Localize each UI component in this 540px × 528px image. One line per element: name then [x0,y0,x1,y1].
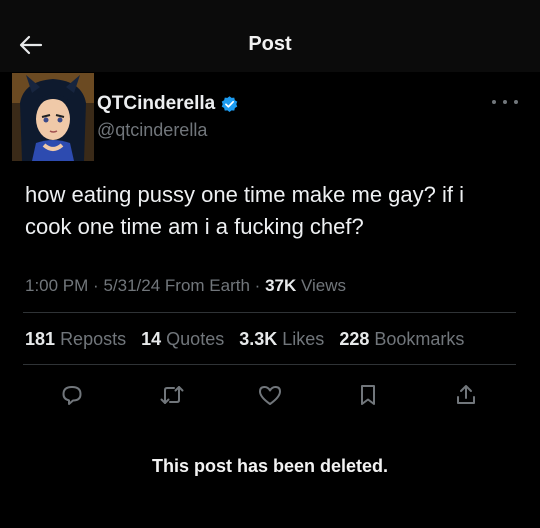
avatar[interactable] [12,73,94,161]
views-count: 37K [265,276,297,295]
bookmarks-stat[interactable]: 228 Bookmarks [339,329,464,349]
tweet-date[interactable]: 5/31/24 [103,276,160,295]
tweet-text: how eating pussy one time make me gay? i… [25,182,465,239]
heart-icon [259,386,281,405]
bookmark-button[interactable] [354,381,382,409]
repost-button[interactable] [158,381,186,409]
divider [23,364,516,365]
avatar-illustration [12,73,94,161]
deleted-notice: This post has been deleted. [151,456,389,476]
share-button[interactable] [452,381,480,409]
quotes-stat[interactable]: 14 Quotes [141,329,224,349]
reposts-label: Reposts [60,329,127,349]
more-options-button[interactable] [492,95,518,109]
more-dot-icon [503,100,507,104]
like-button[interactable] [256,381,284,409]
display-name[interactable]: QTCinderella [97,93,215,115]
engagement-stats: 181 Reposts 14 Quotes 3.3K Likes 228 Boo… [25,329,474,350]
divider [23,312,516,313]
top-bar: Post [0,0,540,72]
tweet-source: From Earth [164,276,250,295]
page-title: Post [248,33,292,55]
verified-badge-icon [221,95,238,112]
action-bar [0,381,540,409]
bookmarks-label: Bookmarks [374,329,465,349]
reply-icon [62,386,82,405]
reply-button[interactable] [58,381,86,409]
bookmarks-count: 228 [339,329,370,349]
views-label: Views [300,276,347,295]
user-handle[interactable]: @qtcinderella [97,120,207,141]
more-dot-icon [492,100,496,104]
quotes-label: Quotes [166,329,225,349]
meta-separator: · [93,276,104,295]
tweet-time[interactable]: 1:00 PM [25,276,88,295]
display-name-row[interactable]: QTCinderella [97,93,239,115]
bookmark-icon [361,385,375,405]
likes-label: Likes [282,329,325,349]
repost-icon [160,386,184,404]
reposts-stat[interactable]: 181 Reposts [25,329,126,349]
reposts-count: 181 [25,329,56,349]
likes-count: 3.3K [239,329,278,349]
meta-separator: · [254,276,266,295]
quotes-count: 14 [141,329,162,349]
likes-stat[interactable]: 3.3K Likes [239,329,324,349]
tweet-meta: 1:00 PM · 5/31/24 From Earth · 37K Views [25,276,346,296]
more-dot-icon [514,100,518,104]
share-icon [457,385,475,404]
